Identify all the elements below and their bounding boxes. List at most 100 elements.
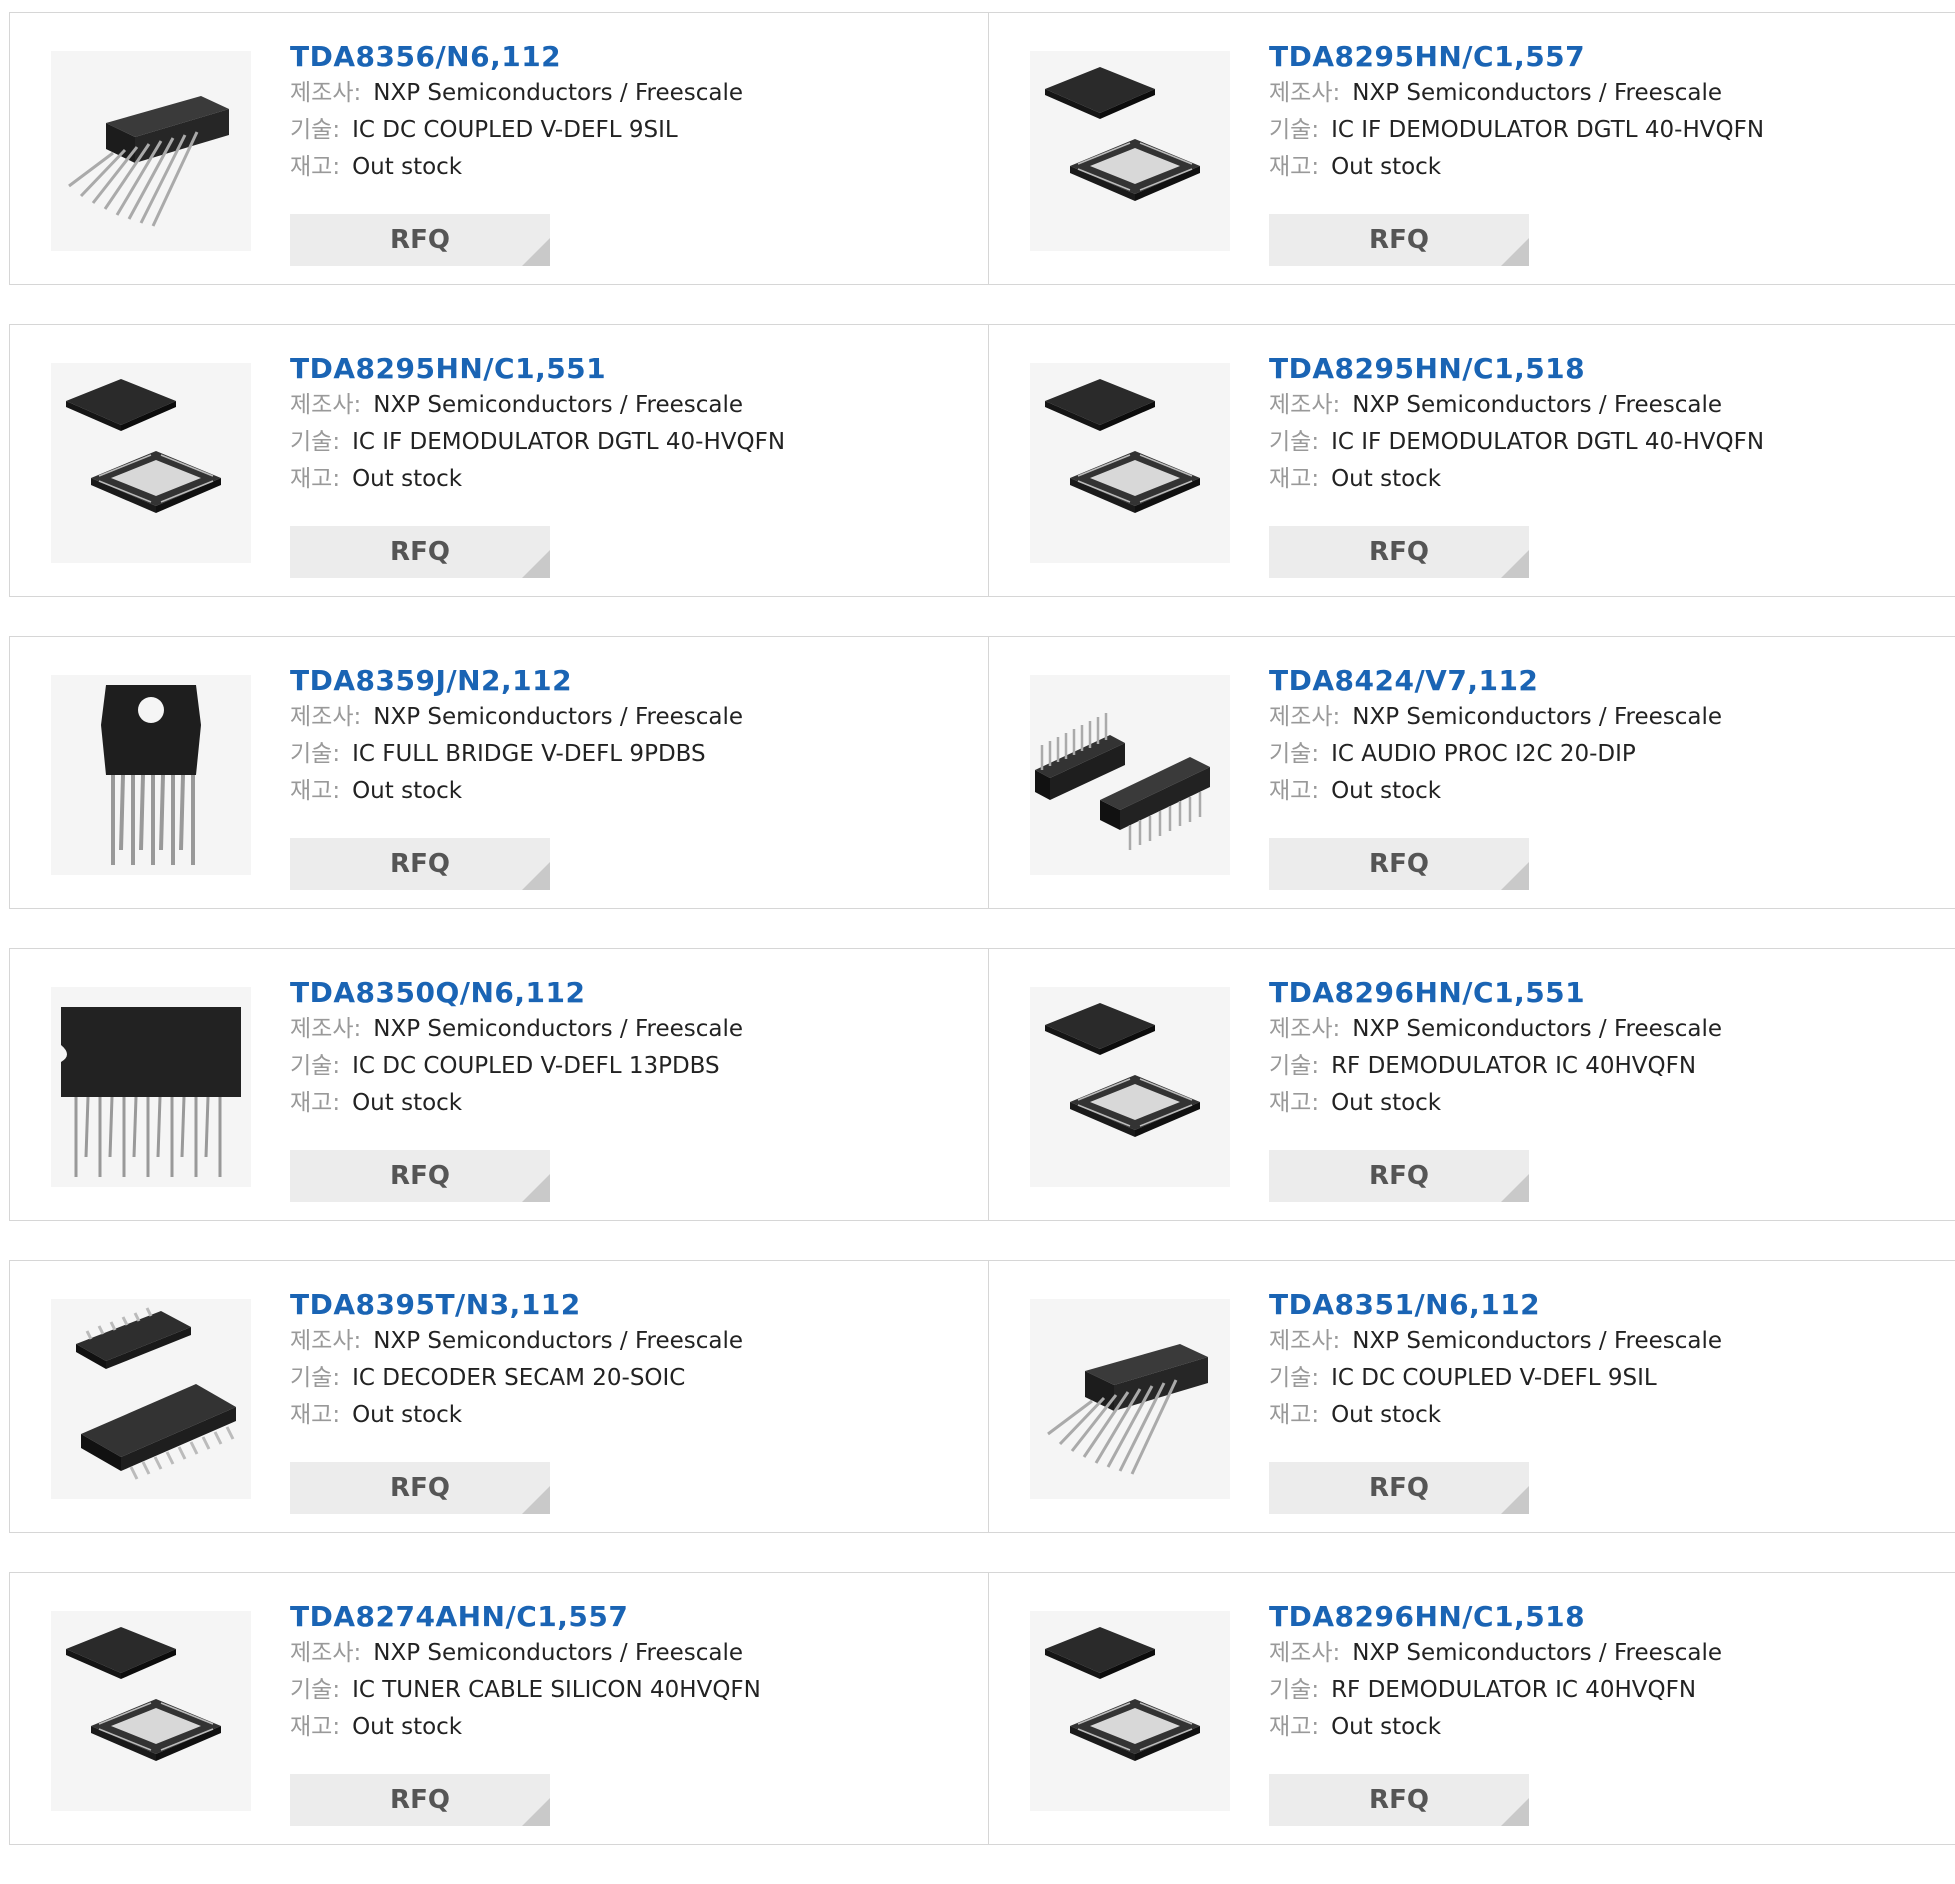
rfq-button[interactable]: RFQ: [290, 1150, 550, 1202]
part-number-link[interactable]: TDA8295HN/C1,551: [290, 351, 785, 387]
rfq-button[interactable]: RFQ: [1269, 526, 1529, 578]
stock-label: 재고:: [290, 1090, 341, 1116]
qfn-package-icon[interactable]: [51, 363, 251, 563]
stock-label: 재고:: [1269, 154, 1320, 180]
product-info: TDA8295HN/C1,551 제조사: NXP Semiconductors …: [290, 351, 785, 498]
description-label: 기술:: [290, 1053, 341, 1079]
product-row: TDA8395T/N3,112 제조사: NXP Semiconductors /…: [9, 1260, 1955, 1533]
sil-package-icon[interactable]: [1030, 1299, 1230, 1499]
part-number-link[interactable]: TDA8424/V7,112: [1269, 663, 1722, 699]
manufacturer-label: 제조사:: [290, 392, 362, 418]
dip-package-icon[interactable]: [1030, 675, 1230, 875]
description-label: 기술:: [1269, 1365, 1320, 1391]
stock-value: Out stock: [352, 466, 463, 492]
corner-decoration: [1501, 1486, 1529, 1514]
stock-line: 재고: Out stock: [290, 1709, 761, 1746]
product-row: TDA8356/N6,112 제조사: NXP Semiconductors / …: [9, 12, 1955, 285]
manufacturer-line: 제조사: NXP Semiconductors / Freescale: [290, 699, 743, 736]
manufacturer-line: 제조사: NXP Semiconductors / Freescale: [290, 387, 785, 424]
description-line: 기술: IC IF DEMODULATOR DGTL 40-HVQFN: [1269, 112, 1764, 149]
rfq-button[interactable]: RFQ: [1269, 838, 1529, 890]
stock-line: 재고: Out stock: [1269, 149, 1764, 186]
description-value: RF DEMODULATOR IC 40HVQFN: [1331, 1677, 1697, 1703]
part-number-link[interactable]: TDA8296HN/C1,551: [1269, 975, 1722, 1011]
rfq-button[interactable]: RFQ: [290, 214, 550, 266]
manufacturer-label: 제조사:: [1269, 392, 1341, 418]
soic-package-icon[interactable]: [51, 1299, 251, 1499]
part-number-link[interactable]: TDA8274AHN/C1,557: [290, 1599, 761, 1635]
description-label: 기술:: [1269, 429, 1320, 455]
rfq-button-label: RFQ: [1369, 537, 1429, 567]
part-number-link[interactable]: TDA8395T/N3,112: [290, 1287, 743, 1323]
description-line: 기술: IC DC COUPLED V-DEFL 13PDBS: [290, 1048, 743, 1085]
corner-decoration: [522, 1798, 550, 1826]
qfn-package-icon[interactable]: [1030, 1611, 1230, 1811]
manufacturer-label: 제조사:: [1269, 704, 1341, 730]
rfq-button[interactable]: RFQ: [1269, 1150, 1529, 1202]
dbs13-package-icon[interactable]: [51, 987, 251, 1187]
part-number-link[interactable]: TDA8351/N6,112: [1269, 1287, 1722, 1323]
manufacturer-line: 제조사: NXP Semiconductors / Freescale: [1269, 1011, 1722, 1048]
manufacturer-value: NXP Semiconductors / Freescale: [1352, 1640, 1723, 1666]
rfq-button[interactable]: RFQ: [290, 1462, 550, 1514]
stock-value: Out stock: [352, 154, 463, 180]
stock-value: Out stock: [352, 1090, 463, 1116]
stock-value: Out stock: [1331, 778, 1442, 804]
rfq-button-label: RFQ: [390, 225, 450, 255]
product-card: TDA8274AHN/C1,557 제조사: NXP Semiconductors…: [10, 1573, 988, 1844]
qfn-package-icon[interactable]: [1030, 363, 1230, 563]
rfq-button[interactable]: RFQ: [290, 1774, 550, 1826]
product-info: TDA8295HN/C1,557 제조사: NXP Semiconductors …: [1269, 39, 1764, 186]
stock-label: 재고:: [1269, 1090, 1320, 1116]
rfq-button[interactable]: RFQ: [290, 838, 550, 890]
qfn-package-icon[interactable]: [51, 1611, 251, 1811]
stock-line: 재고: Out stock: [290, 461, 785, 498]
description-line: 기술: RF DEMODULATOR IC 40HVQFN: [1269, 1672, 1722, 1709]
corner-decoration: [1501, 862, 1529, 890]
product-info: TDA8356/N6,112 제조사: NXP Semiconductors / …: [290, 39, 743, 186]
stock-line: 재고: Out stock: [290, 1085, 743, 1122]
rfq-button[interactable]: RFQ: [1269, 1774, 1529, 1826]
product-card: TDA8295HN/C1,551 제조사: NXP Semiconductors …: [10, 325, 988, 596]
qfn-package-icon[interactable]: [1030, 51, 1230, 251]
manufacturer-value: NXP Semiconductors / Freescale: [1352, 1016, 1723, 1042]
stock-label: 재고:: [290, 1714, 341, 1740]
product-card: TDA8296HN/C1,518 제조사: NXP Semiconductors …: [988, 1573, 1955, 1844]
manufacturer-line: 제조사: NXP Semiconductors / Freescale: [1269, 1323, 1722, 1360]
stock-label: 재고:: [1269, 778, 1320, 804]
product-row: TDA8350Q/N6,112 제조사: NXP Semiconductors /…: [9, 948, 1955, 1221]
part-number-link[interactable]: TDA8359J/N2,112: [290, 663, 743, 699]
manufacturer-label: 제조사:: [1269, 1016, 1341, 1042]
rfq-button-label: RFQ: [1369, 1473, 1429, 1503]
manufacturer-value: NXP Semiconductors / Freescale: [373, 1328, 744, 1354]
manufacturer-label: 제조사:: [290, 1016, 362, 1042]
product-info: TDA8296HN/C1,518 제조사: NXP Semiconductors …: [1269, 1599, 1722, 1746]
rfq-button[interactable]: RFQ: [1269, 1462, 1529, 1514]
description-label: 기술:: [290, 741, 341, 767]
rfq-button-label: RFQ: [1369, 1161, 1429, 1191]
description-label: 기술:: [290, 117, 341, 143]
stock-line: 재고: Out stock: [1269, 1709, 1722, 1746]
part-number-link[interactable]: TDA8356/N6,112: [290, 39, 743, 75]
qfn-package-icon[interactable]: [1030, 987, 1230, 1187]
dbs-package-icon[interactable]: [51, 675, 251, 875]
part-number-link[interactable]: TDA8295HN/C1,557: [1269, 39, 1764, 75]
stock-label: 재고:: [290, 1402, 341, 1428]
sil-package-icon[interactable]: [51, 51, 251, 251]
description-value: IC TUNER CABLE SILICON 40HVQFN: [352, 1677, 761, 1703]
part-number-link[interactable]: TDA8296HN/C1,518: [1269, 1599, 1722, 1635]
rfq-button[interactable]: RFQ: [1269, 214, 1529, 266]
manufacturer-value: NXP Semiconductors / Freescale: [373, 80, 744, 106]
manufacturer-value: NXP Semiconductors / Freescale: [373, 704, 744, 730]
stock-value: Out stock: [1331, 1402, 1442, 1428]
part-number-link[interactable]: TDA8295HN/C1,518: [1269, 351, 1764, 387]
product-info: TDA8424/V7,112 제조사: NXP Semiconductors / …: [1269, 663, 1722, 810]
stock-line: 재고: Out stock: [1269, 1085, 1722, 1122]
part-number-link[interactable]: TDA8350Q/N6,112: [290, 975, 743, 1011]
description-line: 기술: IC IF DEMODULATOR DGTL 40-HVQFN: [1269, 424, 1764, 461]
manufacturer-value: NXP Semiconductors / Freescale: [373, 1640, 744, 1666]
manufacturer-line: 제조사: NXP Semiconductors / Freescale: [1269, 699, 1722, 736]
manufacturer-value: NXP Semiconductors / Freescale: [373, 1016, 744, 1042]
rfq-button[interactable]: RFQ: [290, 526, 550, 578]
stock-label: 재고:: [1269, 1714, 1320, 1740]
